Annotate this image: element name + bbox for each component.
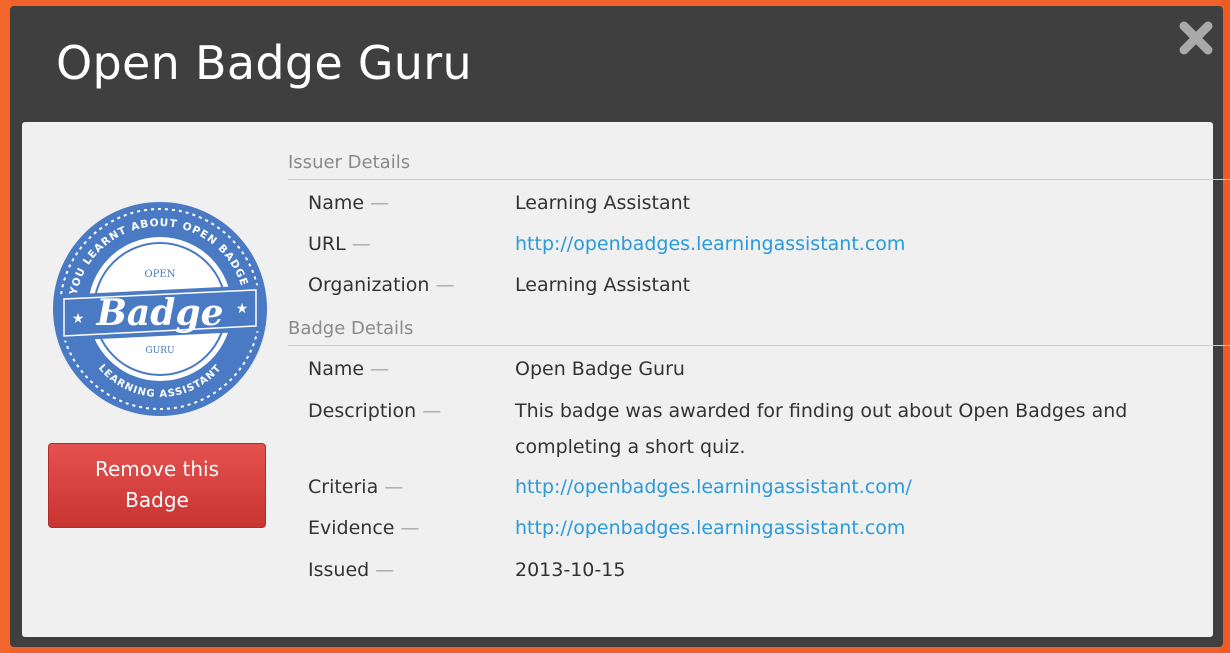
badge-description-label: Description — [308,400,442,422]
badge-issued-label: Issued — [308,559,395,581]
issuer-section-title: Issuer Details [288,152,411,173]
badge-section-title: Badge Details [288,318,414,339]
issuer-url-link[interactable]: http://openbadges.learningassistant.com [515,226,905,262]
badge-image: YOU LEARNT ABOUT OPEN BADGES LEARNING AS… [53,202,267,416]
badge-description-line2: completing a short quiz. [515,436,746,458]
badge-section-rule [288,345,1230,346]
badge-main-word: Badge [95,292,223,334]
background-strip-left [0,0,10,653]
badge-small-bottom: GURU [145,346,175,356]
details-panel: YOU LEARNT ABOUT OPEN BADGES LEARNING AS… [22,122,1230,637]
issuer-org-value: Learning Assistant [515,274,691,296]
badge-description-value: This badge was awarded for finding out a… [515,393,1127,465]
close-icon [1179,21,1213,55]
issuer-section-rule [288,179,1230,180]
remove-button-line1: Remove this [94,457,219,481]
badge-criteria-label: Criteria — [308,476,404,498]
remove-button-line2: Badge [125,488,189,512]
close-button[interactable] [1176,18,1216,58]
badge-issued-value: 2013-10-15 [515,559,626,581]
issuer-name-value: Learning Assistant [515,192,691,214]
badge-name-label: Name — [308,358,390,380]
issuer-url-label: URL — [308,233,371,255]
badge-details-modal: Open Badge Guru YOU LEARNT ABOUT OPEN BA… [10,6,1230,647]
badge-evidence-label: Evidence — [308,517,420,539]
star-icon: ★ [72,311,85,327]
modal-title: Open Badge Guru [56,36,472,90]
badge-small-top: OPEN [145,269,176,280]
badge-criteria-link[interactable]: http://openbadges.learningassistant.com/ [515,469,912,505]
issuer-org-label: Organization — [308,274,455,296]
badge-evidence-link[interactable]: http://openbadges.learningassistant.com [515,510,905,546]
badge-name-value: Open Badge Guru [515,358,685,380]
remove-badge-button[interactable]: Remove this Badge [48,443,266,528]
issuer-name-label: Name — [308,192,390,214]
badge-description-line1: This badge was awarded for finding out a… [515,400,1128,422]
star-icon: ★ [236,301,249,317]
